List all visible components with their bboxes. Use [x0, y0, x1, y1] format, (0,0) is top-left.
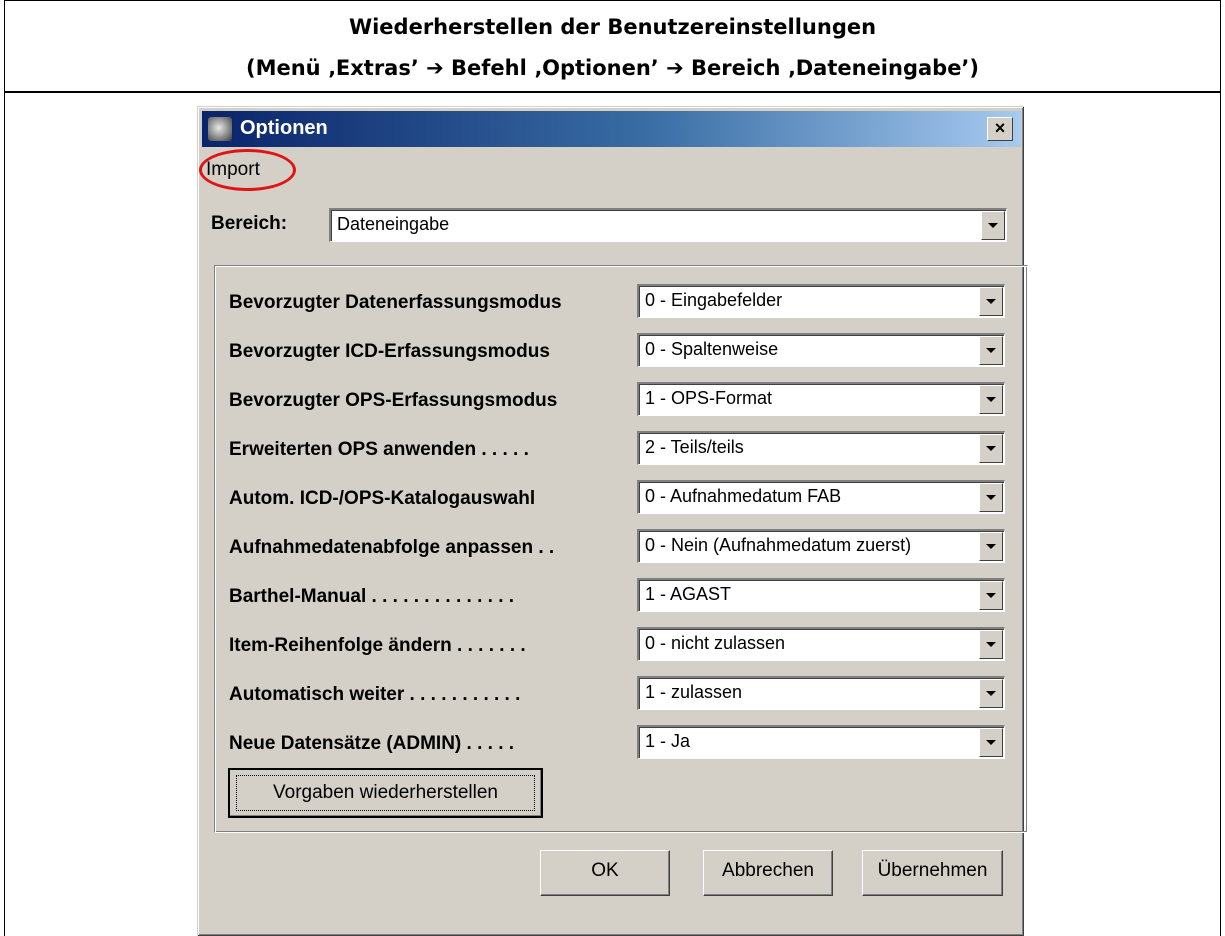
cancel-label: Abbrechen — [722, 860, 814, 881]
bereich-select-value: Dateneingabe — [337, 214, 450, 234]
option-select-value: 1 - zulassen — [645, 682, 743, 702]
chevron-down-icon[interactable] — [979, 630, 1003, 659]
chevron-down-icon[interactable] — [979, 581, 1003, 610]
chevron-down-icon[interactable] — [979, 728, 1003, 757]
menu-import[interactable]: Import — [199, 149, 296, 191]
close-button[interactable]: × — [987, 117, 1013, 141]
document-subtitle: (Menü ‚Extras’ ➔ Befehl ‚Optionen’ ➔ Ber… — [245, 56, 980, 80]
option-select-value: 0 - Eingabefelder — [645, 290, 783, 310]
menu-bar: Import — [199, 149, 1021, 191]
option-select-value: 1 - AGAST — [645, 584, 732, 604]
option-label: Erweiterten OPS anwenden . . . . . — [229, 439, 529, 460]
option-select[interactable]: 0 - Eingabefelder — [637, 284, 1005, 318]
chevron-down-icon[interactable] — [979, 434, 1003, 463]
option-select-value: 1 - OPS-Format — [645, 388, 773, 408]
option-select[interactable]: 0 - Aufnahmedatum FAB — [637, 480, 1005, 514]
chevron-down-icon[interactable] — [979, 483, 1003, 512]
option-label: Aufnahmedatenabfolge anpassen . . — [229, 537, 555, 558]
ok-button[interactable]: OK — [540, 850, 670, 896]
option-select-value: 0 - Spaltenweise — [645, 339, 779, 359]
dialog-title: Optionen — [240, 117, 328, 139]
option-select-value: 0 - Nein (Aufnahmedatum zuerst) — [645, 535, 912, 555]
option-label: Automatisch weiter . . . . . . . . . . . — [229, 684, 521, 705]
chevron-down-icon[interactable] — [979, 532, 1003, 561]
option-label: Autom. ICD-/OPS-Katalogauswahl — [229, 488, 536, 509]
option-label: Bevorzugter ICD-Erfassungsmodus — [229, 341, 550, 362]
option-select-value: 0 - Aufnahmedatum FAB — [645, 486, 842, 506]
option-select-value: 1 - Ja — [645, 731, 691, 751]
option-select-value: 2 - Teils/teils — [645, 437, 744, 457]
option-label: Barthel-Manual . . . . . . . . . . . . .… — [229, 586, 515, 607]
option-select[interactable]: 2 - Teils/teils — [637, 431, 1005, 465]
option-select[interactable]: 1 - zulassen — [637, 676, 1005, 710]
apply-button[interactable]: Übernehmen — [862, 850, 1003, 896]
dialog-titlebar[interactable]: Optionen × — [202, 111, 1021, 147]
cancel-button[interactable]: Abbrechen — [703, 850, 833, 896]
chevron-down-icon[interactable] — [979, 385, 1003, 414]
bereich-label: Bereich: — [211, 213, 288, 234]
chevron-down-icon[interactable] — [981, 211, 1005, 240]
document-header: Wiederherstellen der Benutzereinstellung… — [5, 1, 1220, 93]
option-select[interactable]: 1 - AGAST — [637, 578, 1005, 612]
apply-label: Übernehmen — [877, 860, 988, 881]
chevron-down-icon[interactable] — [979, 336, 1003, 365]
bereich-select[interactable]: Dateneingabe — [329, 208, 1007, 242]
chevron-down-icon[interactable] — [979, 679, 1003, 708]
option-select[interactable]: 0 - nicht zulassen — [637, 627, 1005, 661]
option-label: Bevorzugter OPS-Erfassungsmodus — [229, 390, 558, 411]
option-label: Neue Datensätze (ADMIN) . . . . . — [229, 733, 515, 754]
chevron-down-icon[interactable] — [979, 287, 1003, 316]
option-label: Item-Reihenfolge ändern . . . . . . . — [229, 635, 526, 656]
option-select[interactable]: 1 - Ja — [637, 725, 1005, 759]
ok-label: OK — [591, 860, 619, 881]
restore-defaults-label: Vorgaben wiederherstellen — [273, 782, 498, 803]
document-title: Wiederherstellen der Benutzereinstellung… — [348, 15, 877, 39]
highlight-circle — [199, 149, 296, 191]
option-select[interactable]: 0 - Nein (Aufnahmedatum zuerst) — [637, 529, 1005, 563]
app-icon — [208, 117, 232, 141]
option-select[interactable]: 1 - OPS-Format — [637, 382, 1005, 416]
options-dialog: Optionen × Import Bereich: Dateneingabe … — [197, 106, 1028, 936]
option-select-value: 0 - nicht zulassen — [645, 633, 786, 653]
option-label: Bevorzugter Datenerfassungsmodus — [229, 292, 562, 313]
option-select[interactable]: 0 - Spaltenweise — [637, 333, 1005, 367]
restore-defaults-button[interactable]: Vorgaben wiederherstellen — [228, 768, 543, 818]
